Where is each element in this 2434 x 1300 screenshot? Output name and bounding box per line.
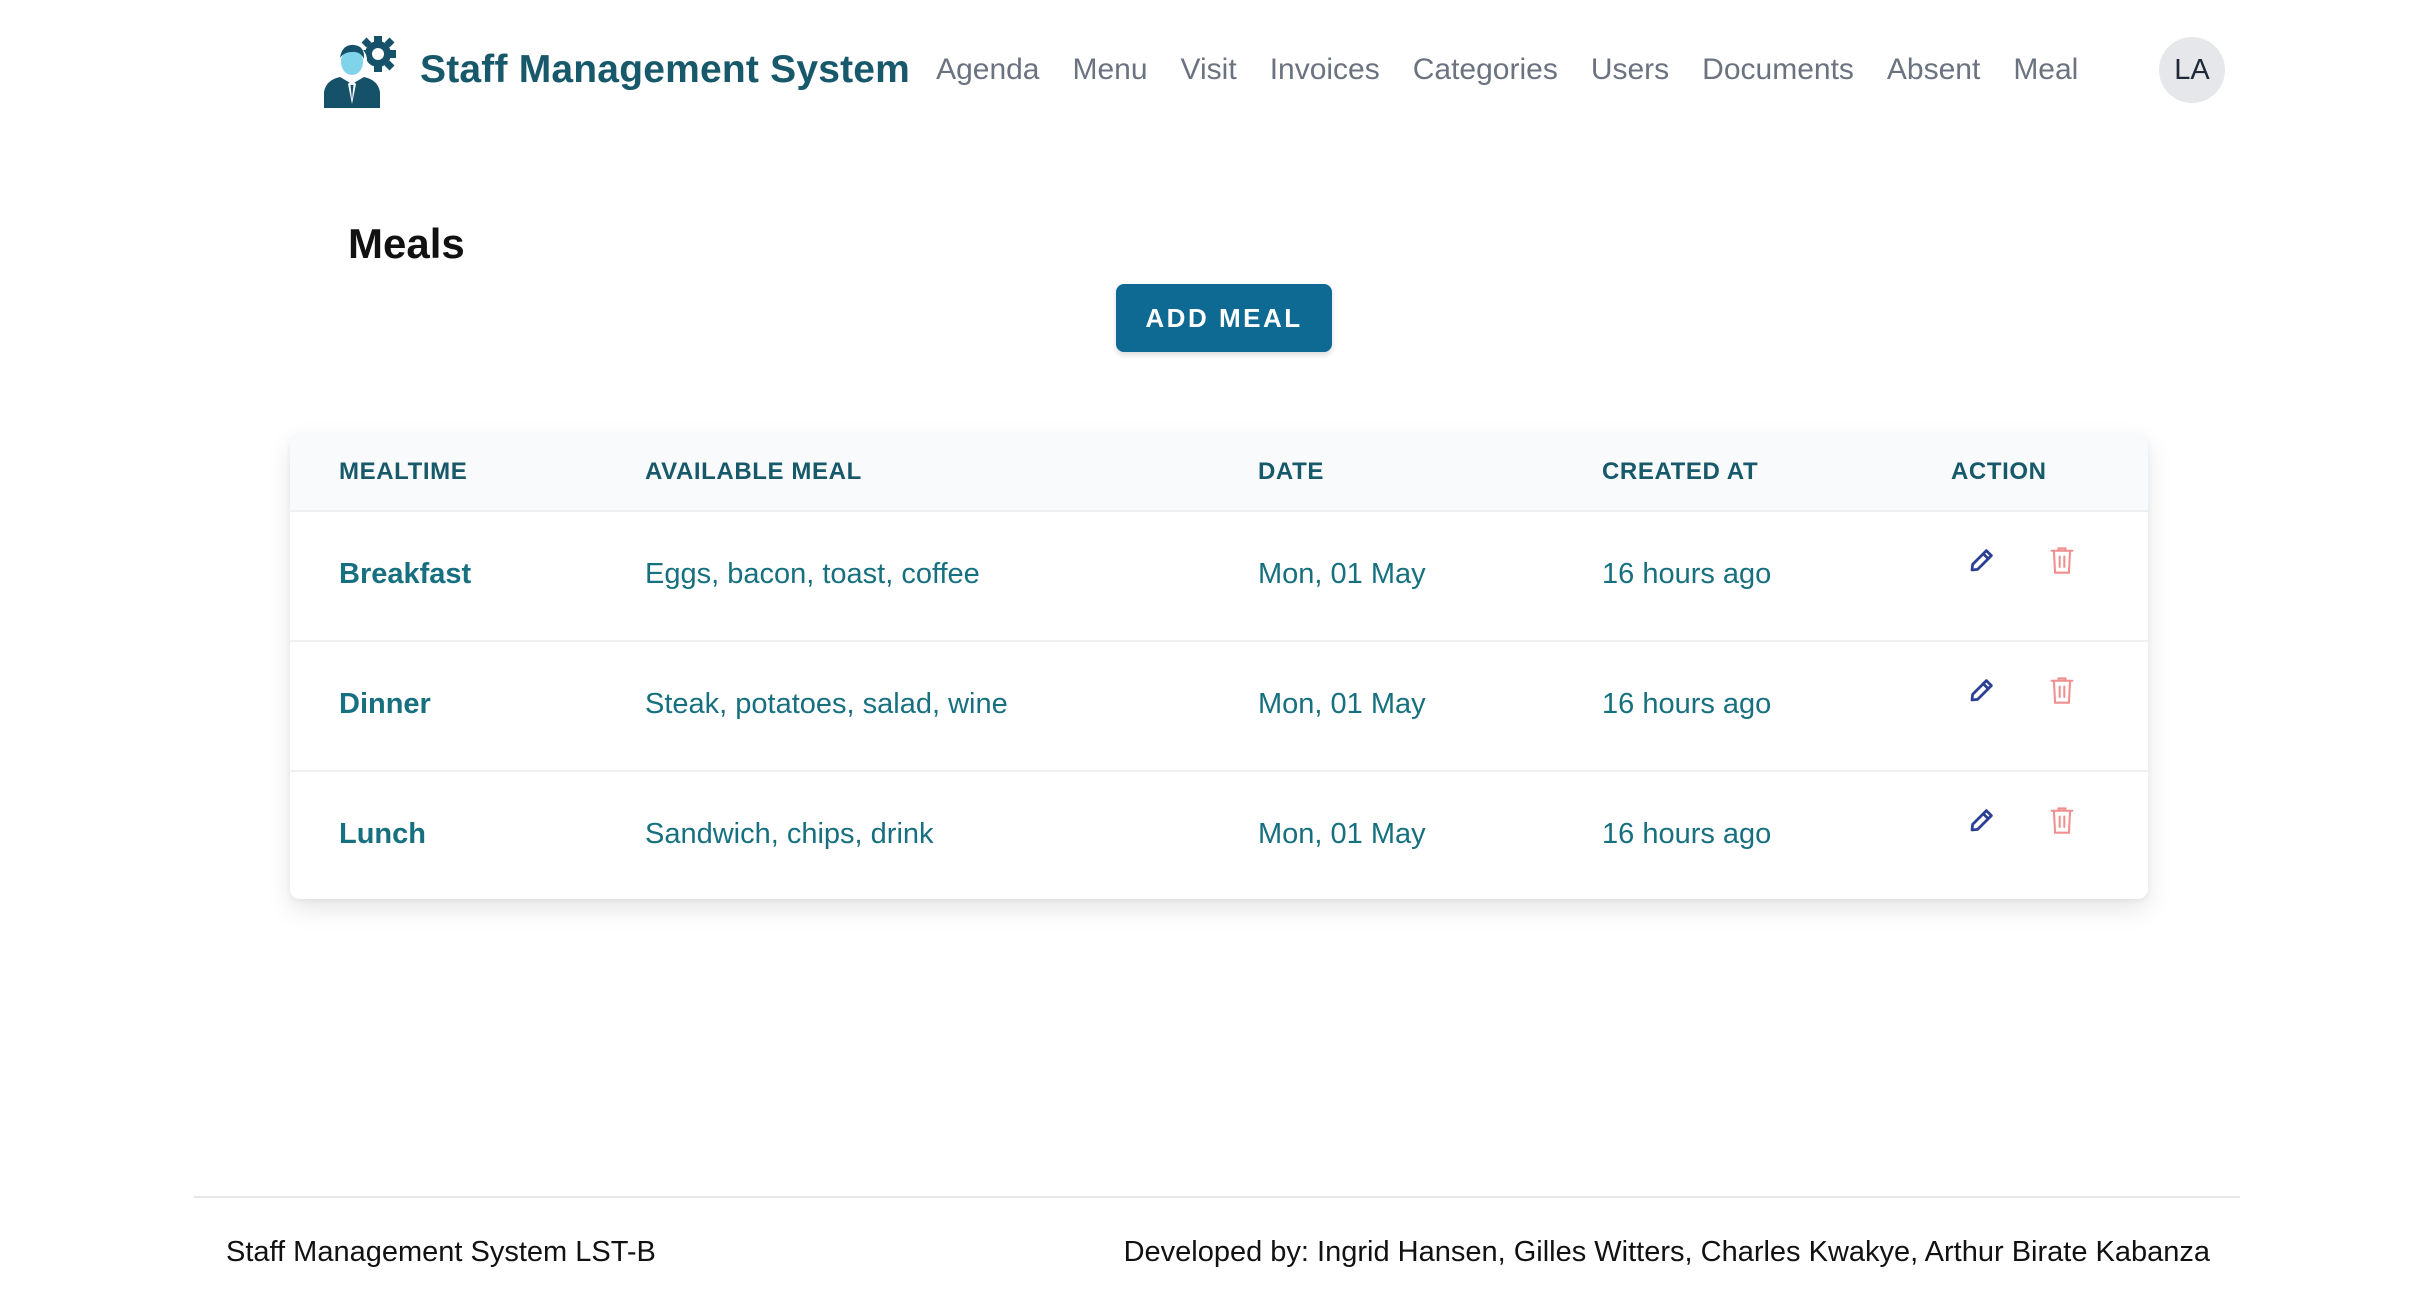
nav-users[interactable]: Users: [1591, 53, 1669, 87]
brand-title: Staff Management System: [420, 48, 911, 91]
table-header: MEALTIME AVAILABLE MEAL DATE CREATED AT …: [290, 434, 2148, 510]
add-meal-button[interactable]: ADD MEAL: [1116, 284, 1332, 352]
table-row: Breakfast Eggs, bacon, toast, coffee Mon…: [290, 510, 2148, 640]
mealtime-cell: Breakfast: [339, 558, 472, 590]
nav-meal[interactable]: Meal: [2013, 53, 2078, 87]
trash-icon[interactable]: [2042, 540, 2082, 580]
pencil-icon[interactable]: [1962, 800, 2002, 840]
column-header-created-at: CREATED AT: [1602, 458, 1759, 485]
column-header-available-meal: AVAILABLE MEAL: [645, 458, 862, 485]
meal-cell: Sandwich, chips, drink: [645, 818, 934, 850]
meal-cell: Eggs, bacon, toast, coffee: [645, 558, 980, 590]
pencil-icon[interactable]: [1962, 540, 2002, 580]
date-cell: Mon, 01 May: [1258, 818, 1426, 850]
column-header-mealtime: MEALTIME: [339, 458, 468, 485]
footer-divider: [194, 1196, 2240, 1198]
meals-table: MEALTIME AVAILABLE MEAL DATE CREATED AT …: [290, 434, 2148, 899]
nav-categories[interactable]: Categories: [1413, 53, 1558, 87]
column-header-date: DATE: [1258, 458, 1324, 485]
table-row: Dinner Steak, potatoes, salad, wine Mon,…: [290, 640, 2148, 770]
user-avatar[interactable]: LA: [2159, 37, 2225, 103]
column-header-action: ACTION: [1951, 458, 2047, 485]
main-nav: Agenda Menu Visit Invoices Categories Us…: [936, 53, 2111, 87]
created-at-cell: 16 hours ago: [1602, 818, 1772, 850]
page: Staff Management System Agenda Menu Visi…: [0, 0, 2434, 1300]
nav-documents[interactable]: Documents: [1702, 53, 1854, 87]
nav-agenda[interactable]: Agenda: [936, 53, 1039, 87]
trash-icon[interactable]: [2042, 800, 2082, 840]
table-row: Lunch Sandwich, chips, drink Mon, 01 May…: [290, 770, 2148, 899]
date-cell: Mon, 01 May: [1258, 688, 1426, 720]
date-cell: Mon, 01 May: [1258, 558, 1426, 590]
meal-cell: Steak, potatoes, salad, wine: [645, 688, 1008, 720]
mealtime-cell: Lunch: [339, 818, 426, 850]
footer-developers: Developed by: Ingrid Hansen, Gilles Witt…: [1123, 1236, 2210, 1268]
trash-icon[interactable]: [2042, 670, 2082, 710]
top-navbar: Staff Management System Agenda Menu Visi…: [322, 30, 2242, 110]
created-at-cell: 16 hours ago: [1602, 688, 1772, 720]
page-title: Meals: [348, 220, 465, 267]
pencil-icon[interactable]: [1962, 670, 2002, 710]
footer-copyright: Staff Management System LST-B: [226, 1236, 656, 1268]
staff-logo-icon: [324, 36, 396, 108]
nav-menu[interactable]: Menu: [1073, 53, 1148, 87]
nav-invoices[interactable]: Invoices: [1270, 53, 1380, 87]
mealtime-cell: Dinner: [339, 688, 431, 720]
nav-absent[interactable]: Absent: [1887, 53, 1980, 87]
created-at-cell: 16 hours ago: [1602, 558, 1772, 590]
nav-visit[interactable]: Visit: [1181, 53, 1237, 87]
brand[interactable]: Staff Management System: [322, 32, 910, 108]
